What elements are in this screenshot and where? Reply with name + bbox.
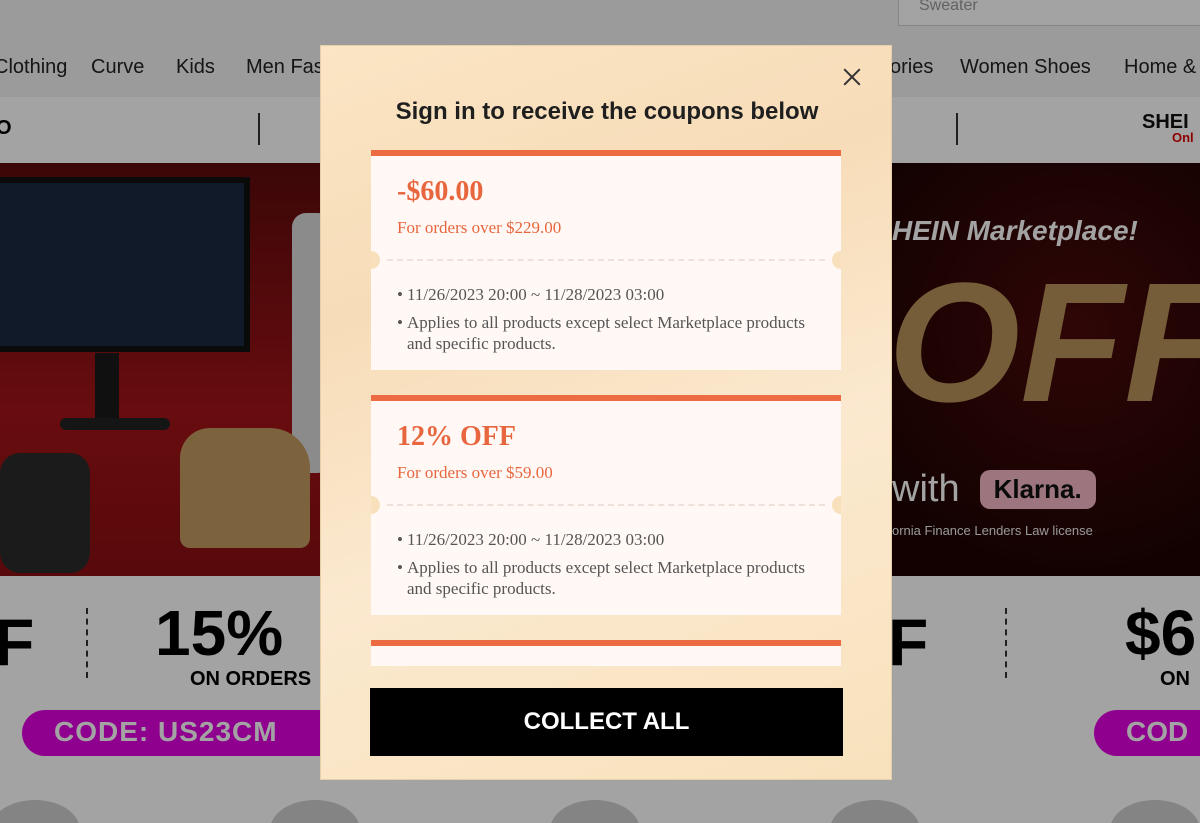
coupon-details: 11/26/2023 20:00 ~ 11/28/2023 03:00 Appl… (397, 284, 817, 361)
coupon-terms: Applies to all products except select Ma… (397, 312, 817, 354)
modal-title: Sign in to receive the coupons below (395, 98, 819, 125)
coupon-condition: For orders over $59.00 (397, 463, 553, 482)
coupon-amount: 12% OFF (397, 421, 516, 452)
ticket-notch (832, 496, 841, 514)
ticket-notch (832, 251, 841, 269)
coupon-validity: 11/26/2023 20:00 ~ 11/28/2023 03:00 (397, 529, 817, 550)
coupon-divider (387, 259, 825, 261)
coupon-amount: -$60.00 (397, 176, 484, 207)
coupon-divider (387, 504, 825, 506)
close-icon[interactable] (841, 66, 863, 88)
coupon-modal: Sign in to receive the coupons below -$6… (320, 45, 892, 780)
coupon-card (371, 640, 841, 666)
coupon-validity: 11/26/2023 20:00 ~ 11/28/2023 03:00 (397, 284, 817, 305)
collect-all-button[interactable]: COLLECT ALL (370, 688, 843, 756)
coupon-condition: For orders over $229.00 (397, 218, 562, 237)
coupon-terms: Applies to all products except select Ma… (397, 557, 817, 599)
coupon-card: -$60.00 For orders over $229.00 11/26/20… (371, 150, 841, 370)
coupon-card: 12% OFF For orders over $59.00 11/26/202… (371, 395, 841, 615)
coupon-details: 11/26/2023 20:00 ~ 11/28/2023 03:00 Appl… (397, 529, 817, 606)
ticket-notch (371, 251, 380, 269)
coupon-list[interactable]: -$60.00 For orders over $229.00 11/26/20… (371, 150, 841, 666)
ticket-notch (371, 496, 380, 514)
